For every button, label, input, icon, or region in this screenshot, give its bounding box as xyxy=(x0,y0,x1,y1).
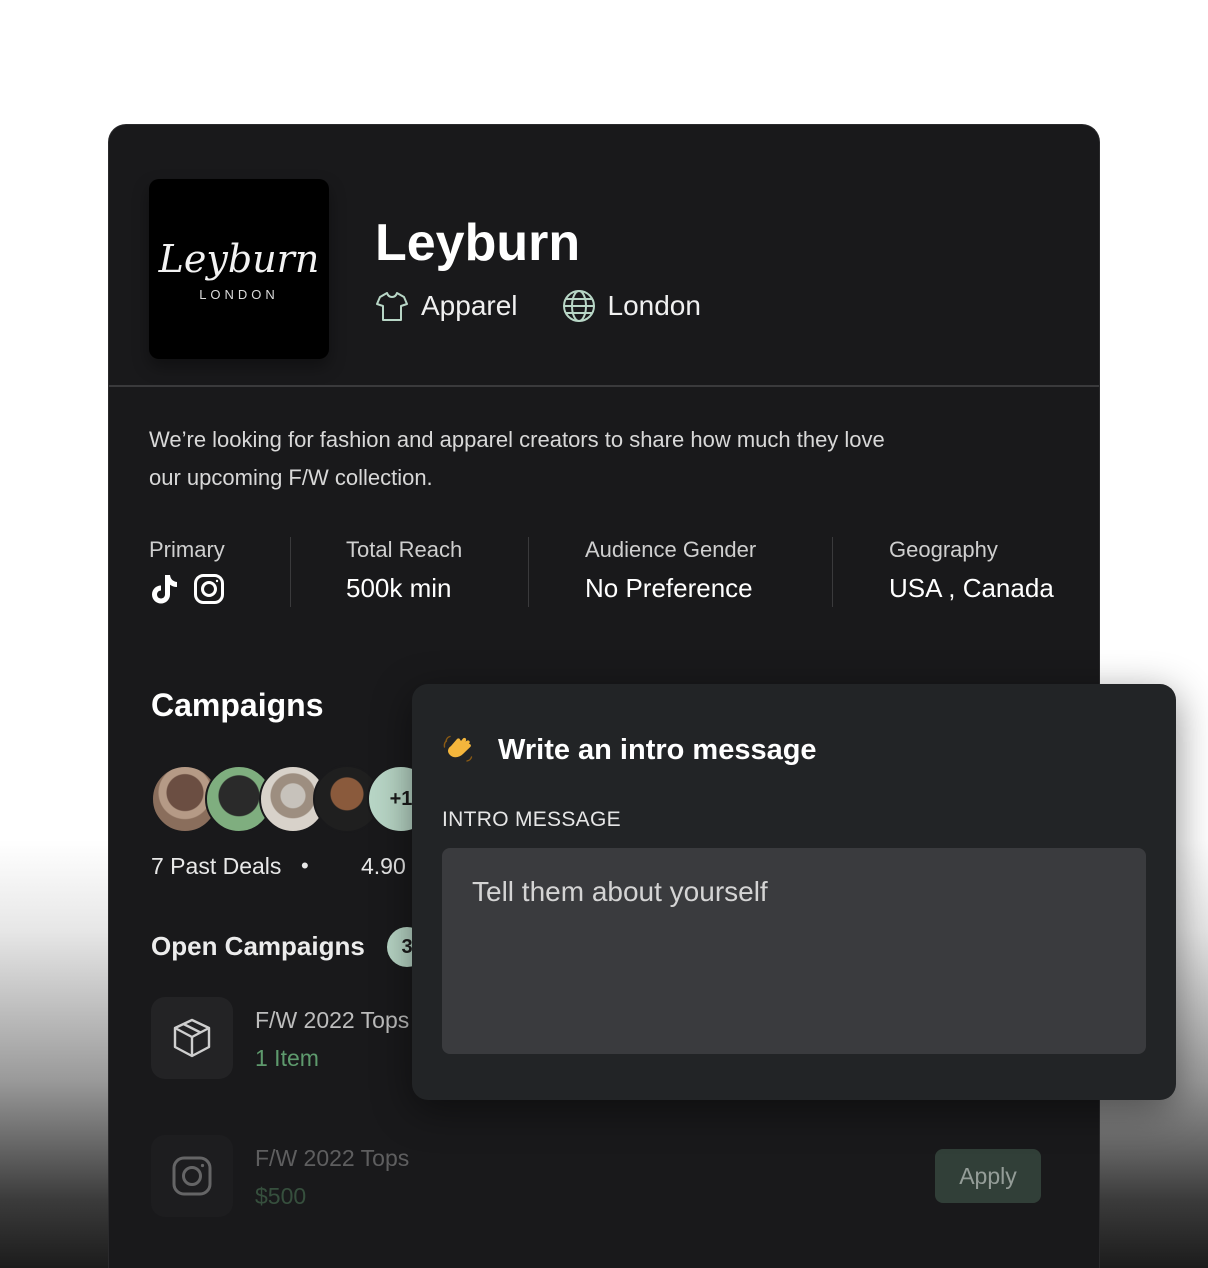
location-tag: London xyxy=(562,289,701,323)
stat-divider xyxy=(832,537,833,607)
stat-gender: Audience Gender No Preference xyxy=(585,537,756,607)
rating-value: 4.90 xyxy=(361,853,406,879)
intro-message-input[interactable] xyxy=(442,848,1146,1054)
instagram-icon xyxy=(194,574,224,604)
stat-divider xyxy=(528,537,529,607)
stat-divider xyxy=(290,537,291,607)
intro-message-modal: Write an intro message INTRO MESSAGE xyxy=(412,684,1176,1100)
campaign-icon-tile xyxy=(151,997,233,1079)
open-campaigns-heading: Open Campaigns xyxy=(151,931,365,961)
instagram-icon xyxy=(172,1156,212,1196)
box-icon xyxy=(173,1018,211,1058)
stat-reach-value: 500k min xyxy=(346,573,452,603)
separator-dot: • xyxy=(301,853,309,878)
apply-button[interactable]: Apply xyxy=(935,1149,1041,1203)
stat-geography-value: USA , Canada xyxy=(889,573,1054,603)
campaign-title: F/W 2022 Tops xyxy=(255,1007,410,1033)
stat-primary-label: Primary xyxy=(149,537,225,562)
campaign-item[interactable]: F/W 2022 Tops $500 xyxy=(151,1135,1051,1217)
stat-gender-label: Audience Gender xyxy=(585,537,757,562)
category-label: Apparel xyxy=(421,290,518,321)
stat-geography-label: Geography xyxy=(889,537,998,562)
brand-header: Leyburn LONDON Leyburn Apparel London xyxy=(109,125,1099,387)
stat-gender-value: No Preference xyxy=(585,573,753,603)
stat-geography: Geography USA , Canada xyxy=(889,537,1054,607)
campaigns-heading: Campaigns xyxy=(151,687,324,723)
campaign-icon-tile xyxy=(151,1135,233,1217)
globe-icon xyxy=(562,290,595,322)
brand-logo: Leyburn LONDON xyxy=(149,179,329,359)
brand-meta: Apparel London xyxy=(375,289,745,323)
modal-title: Write an intro message xyxy=(498,734,817,766)
waving-hand-icon xyxy=(443,735,473,762)
category-tag: Apparel xyxy=(375,289,518,323)
past-deals-count: 7 Past Deals xyxy=(151,853,282,879)
primary-platforms xyxy=(149,573,239,605)
requirements-stats: Primary Total Reach 500k min Audience Ge… xyxy=(149,537,1069,607)
campaign-title: F/W 2022 Tops xyxy=(255,1145,410,1171)
tiktok-icon xyxy=(152,575,177,604)
intro-message-label: INTRO MESSAGE xyxy=(442,808,621,831)
tshirt-icon xyxy=(376,292,408,321)
stat-reach: Total Reach 500k min xyxy=(346,537,462,607)
logo-wordmark: Leyburn xyxy=(158,236,320,281)
campaign-detail: 1 Item xyxy=(255,1045,319,1071)
stat-primary: Primary xyxy=(149,537,239,607)
location-label: London xyxy=(607,290,701,321)
brand-description: We’re looking for fashion and apparel cr… xyxy=(149,427,885,490)
logo-subtitle: LONDON xyxy=(199,286,279,302)
brand-title: Leyburn xyxy=(375,214,581,272)
campaign-detail: $500 xyxy=(255,1183,307,1209)
stat-reach-label: Total Reach xyxy=(346,537,463,562)
